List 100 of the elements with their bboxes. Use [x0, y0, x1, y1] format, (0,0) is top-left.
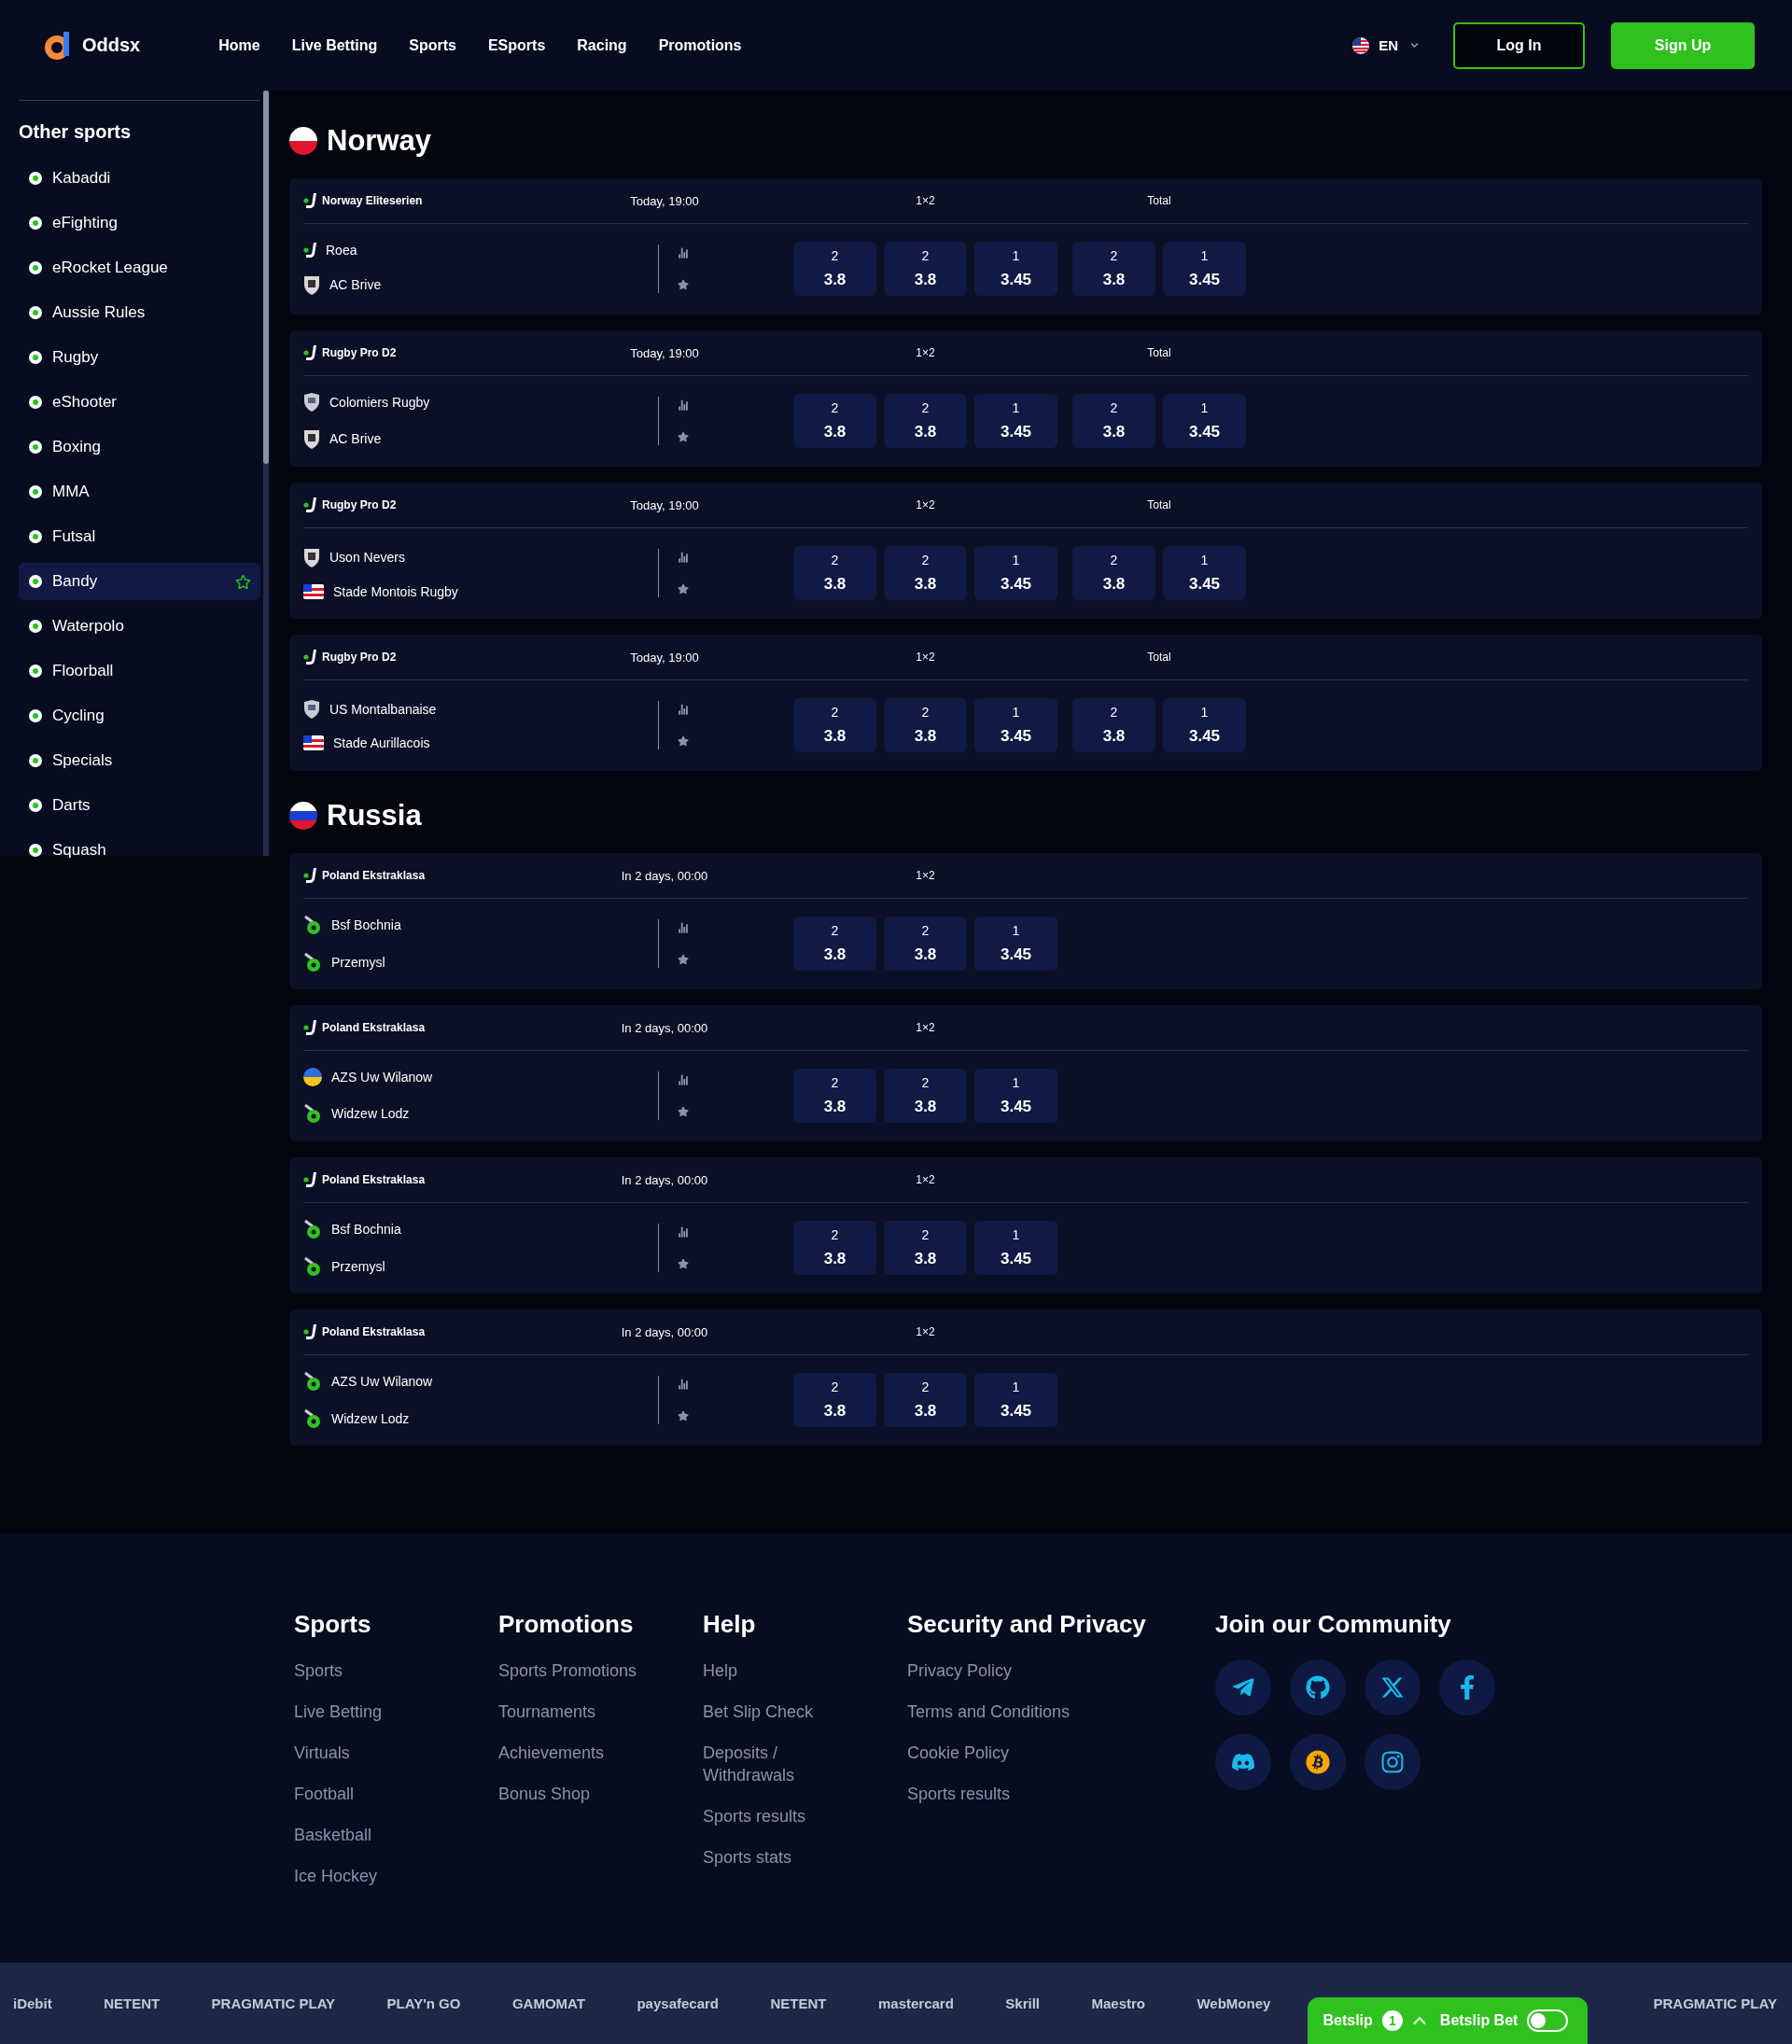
- sport-item[interactable]: Darts: [19, 787, 260, 824]
- footer-link[interactable]: Sports: [294, 1659, 498, 1682]
- footer-link[interactable]: Virtuals: [294, 1742, 498, 1764]
- odds-button[interactable]: 2 3.8: [793, 394, 876, 448]
- odds-button[interactable]: 1 3.45: [974, 698, 1057, 752]
- nav-link[interactable]: Sports: [409, 36, 456, 54]
- sport-item[interactable]: Floorball: [19, 652, 260, 690]
- stats-icon[interactable]: [678, 1226, 689, 1238]
- social-button[interactable]: [1365, 1659, 1421, 1715]
- footer-link[interactable]: Achievements: [498, 1742, 703, 1764]
- odds-button[interactable]: 2 3.8: [884, 242, 967, 296]
- odds-button[interactable]: 1 3.45: [974, 917, 1057, 971]
- star-icon[interactable]: [678, 431, 689, 442]
- sport-item[interactable]: eRocket League: [19, 249, 260, 287]
- odds-button[interactable]: 2 3.8: [884, 698, 967, 752]
- odds-button[interactable]: 2 3.8: [884, 1373, 967, 1427]
- social-button[interactable]: [1290, 1659, 1346, 1715]
- nav-link[interactable]: Home: [218, 36, 260, 54]
- footer-link[interactable]: Basketball: [294, 1824, 498, 1846]
- stats-icon[interactable]: [678, 1379, 689, 1390]
- language-selector[interactable]: EN: [1352, 36, 1421, 54]
- odds-button[interactable]: 1 3.45: [1163, 242, 1246, 296]
- sport-item[interactable]: Cycling: [19, 697, 260, 735]
- social-button[interactable]: [1215, 1734, 1271, 1790]
- odds-button[interactable]: 2 3.8: [884, 917, 967, 971]
- sport-item[interactable]: Specials: [19, 742, 260, 779]
- footer-link[interactable]: Terms and Conditions: [907, 1701, 1215, 1723]
- odds-button[interactable]: 1 3.45: [1163, 394, 1246, 448]
- odds-button[interactable]: 2 3.8: [793, 917, 876, 971]
- footer-link[interactable]: Bet Slip Check: [703, 1701, 852, 1723]
- sport-item[interactable]: Futsal: [19, 518, 260, 555]
- brand-name[interactable]: Oddsx: [82, 35, 141, 56]
- star-icon[interactable]: [678, 1106, 689, 1117]
- betslip-toggle[interactable]: [1527, 2009, 1569, 2032]
- footer-link[interactable]: Privacy Policy: [907, 1659, 1215, 1682]
- sport-item[interactable]: Squash: [19, 832, 260, 869]
- odds-button[interactable]: 1 3.45: [1163, 546, 1246, 600]
- footer-link[interactable]: Sports stats: [703, 1846, 852, 1869]
- stats-icon[interactable]: [678, 1074, 689, 1085]
- footer-link[interactable]: Sports Promotions: [498, 1659, 703, 1682]
- odds-button[interactable]: 1 3.45: [974, 546, 1057, 600]
- odds-button[interactable]: 2 3.8: [1072, 394, 1155, 448]
- sport-item[interactable]: MMA: [19, 473, 260, 511]
- social-button[interactable]: [1365, 1734, 1421, 1790]
- footer-link[interactable]: Ice Hockey: [294, 1865, 498, 1887]
- star-icon[interactable]: [678, 735, 689, 747]
- star-icon[interactable]: [678, 1410, 689, 1421]
- odds-button[interactable]: 2 3.8: [793, 1373, 876, 1427]
- nav-link[interactable]: Racing: [577, 36, 627, 54]
- footer-link[interactable]: Help: [703, 1659, 852, 1682]
- stats-icon[interactable]: [678, 399, 689, 411]
- sport-item[interactable]: Bandy: [19, 563, 260, 600]
- footer-link[interactable]: Sports results: [703, 1805, 852, 1827]
- sport-item[interactable]: eShooter: [19, 384, 260, 421]
- odds-button[interactable]: 1 3.45: [974, 1221, 1057, 1275]
- nav-link[interactable]: Live Betting: [291, 36, 378, 54]
- sport-item[interactable]: eFighting: [19, 204, 260, 242]
- odds-button[interactable]: 2 3.8: [884, 394, 967, 448]
- odds-button[interactable]: 2 3.8: [884, 546, 967, 600]
- sport-item[interactable]: Waterpolo: [19, 608, 260, 645]
- odds-button[interactable]: 1 3.45: [974, 394, 1057, 448]
- odds-button[interactable]: 1 3.45: [1163, 698, 1246, 752]
- footer-link[interactable]: Cookie Policy: [907, 1742, 1215, 1764]
- star-icon[interactable]: [678, 279, 689, 290]
- footer-link[interactable]: Deposits / Withdrawals: [703, 1742, 852, 1786]
- odds-button[interactable]: 2 3.8: [1072, 546, 1155, 600]
- sport-item[interactable]: Kabaddi: [19, 160, 260, 197]
- sport-item[interactable]: Aussie Rules: [19, 294, 260, 331]
- star-icon[interactable]: [678, 1258, 689, 1269]
- star-icon[interactable]: [678, 954, 689, 965]
- odds-button[interactable]: 2 3.8: [793, 698, 876, 752]
- star-icon[interactable]: [235, 573, 251, 590]
- nav-link[interactable]: Promotions: [658, 36, 742, 54]
- footer-link[interactable]: Tournaments: [498, 1701, 703, 1723]
- stats-icon[interactable]: [678, 704, 689, 715]
- odds-button[interactable]: 1 3.45: [974, 1069, 1057, 1123]
- footer-link[interactable]: Football: [294, 1783, 498, 1805]
- social-button[interactable]: [1439, 1659, 1495, 1715]
- odds-button[interactable]: 2 3.8: [884, 1221, 967, 1275]
- odds-button[interactable]: 1 3.45: [974, 242, 1057, 296]
- odds-button[interactable]: 2 3.8: [884, 1069, 967, 1123]
- social-button[interactable]: [1215, 1659, 1271, 1715]
- odds-button[interactable]: 2 3.8: [793, 546, 876, 600]
- odds-button[interactable]: 2 3.8: [793, 1069, 876, 1123]
- scrollbar[interactable]: [263, 91, 269, 856]
- odds-button[interactable]: 2 3.8: [793, 1221, 876, 1275]
- nav-link[interactable]: ESports: [487, 36, 546, 54]
- sport-item[interactable]: Boxing: [19, 428, 260, 466]
- odds-button[interactable]: 2 3.8: [793, 242, 876, 296]
- stats-icon[interactable]: [678, 247, 689, 259]
- social-button[interactable]: [1290, 1734, 1346, 1790]
- stats-icon[interactable]: [678, 922, 689, 933]
- stats-icon[interactable]: [678, 552, 689, 563]
- odds-button[interactable]: 2 3.8: [1072, 698, 1155, 752]
- star-icon[interactable]: [678, 583, 689, 595]
- odds-button[interactable]: 1 3.45: [974, 1373, 1057, 1427]
- footer-link[interactable]: Bonus Shop: [498, 1783, 703, 1805]
- footer-link[interactable]: Live Betting: [294, 1701, 498, 1723]
- login-button[interactable]: Log In: [1453, 21, 1585, 69]
- footer-link[interactable]: Sports results: [907, 1783, 1215, 1805]
